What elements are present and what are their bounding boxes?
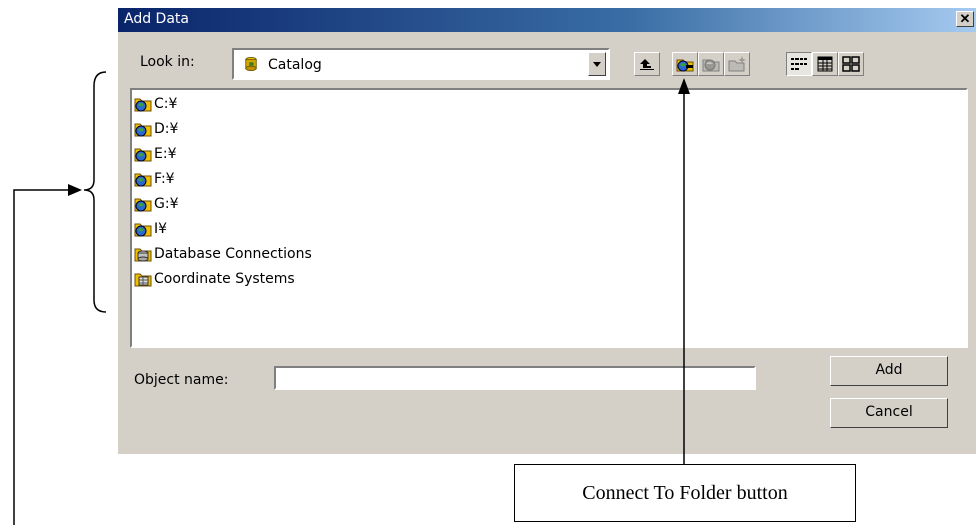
arrowhead-left — [68, 184, 82, 196]
callout-box: Connect To Folder button — [514, 464, 856, 522]
annotation-overlay — [13, 71, 690, 525]
list-bracket — [83, 71, 107, 313]
pointer-line-left — [13, 189, 70, 525]
callout-text: Connect To Folder button — [582, 482, 788, 504]
arrowhead-connect — [678, 78, 690, 94]
